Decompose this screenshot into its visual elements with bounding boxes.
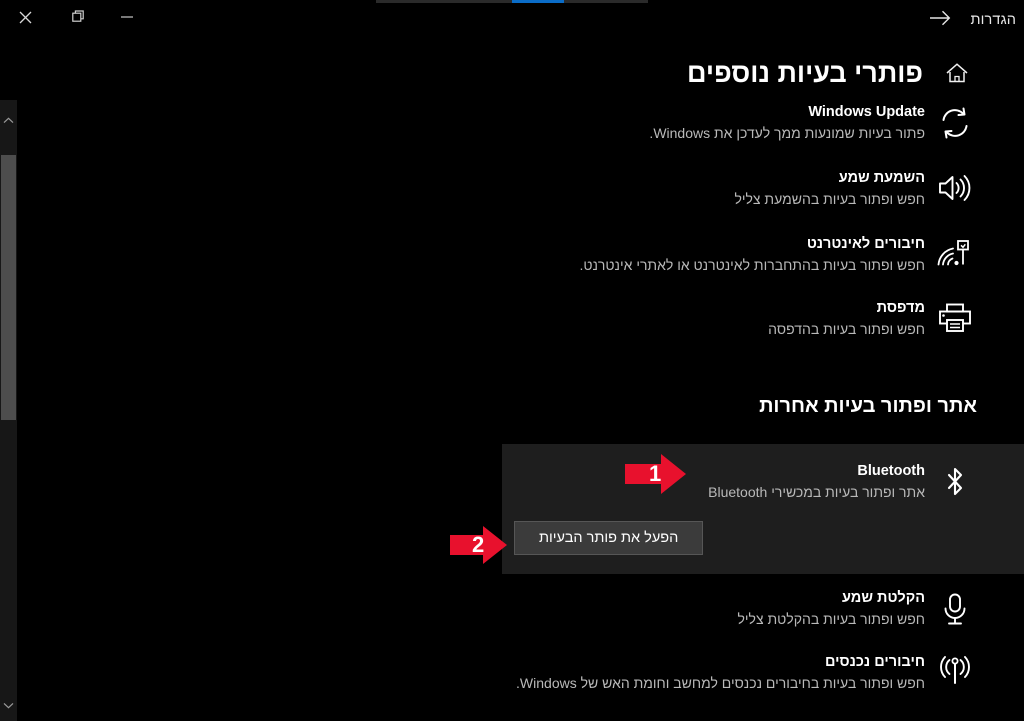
troubleshooter-description: חפש ופתור בעיות בהתחברות לאינטרנט או לאת… <box>579 257 925 273</box>
troubleshooter-title: Windows Update <box>808 104 925 120</box>
troubleshooter-text: חיבורים נכנסים חפש ופתור בעיות בחיבורים … <box>17 652 925 694</box>
network-signal-icon <box>933 234 977 272</box>
troubleshooter-row-audio-playback[interactable]: השמעת שמע חפש ופתור בעיות בהשמעת צליל <box>17 168 1024 210</box>
troubleshooter-title: מדפסת <box>876 300 925 316</box>
troubleshooter-title: חיבורים לאינטרנט <box>806 236 925 252</box>
annotation-number-1: 1 <box>649 461 662 486</box>
troubleshooter-title: Bluetooth <box>857 463 925 479</box>
card-actions: הפעל את פותר הבעיות <box>502 521 1024 555</box>
printer-icon <box>933 298 977 334</box>
troubleshooter-text: חיבורים לאינטרנט חפש ופתור בעיות בהתחברו… <box>17 234 925 276</box>
troubleshooter-text: מדפסת חפש ופתור בעיות בהדפסה <box>17 298 925 340</box>
incoming-connections-icon <box>933 652 977 688</box>
troubleshooter-text: Windows Update פתור בעיות שמונעות ממך לע… <box>17 102 925 144</box>
annotation-arrow-2: 2 <box>450 524 508 566</box>
run-troubleshooter-button[interactable]: הפעל את פותר הבעיות <box>514 521 704 555</box>
section-title-other-problems: אתר ופתור בעיות אחרות <box>759 395 977 417</box>
troubleshooter-description: חפש ופתור בעיות בהשמעת צליל <box>734 191 925 207</box>
chevron-up-icon <box>3 111 14 129</box>
troubleshooter-description: חפש ופתור בעיות בהדפסה <box>768 321 925 337</box>
speaker-volume-icon <box>933 168 977 204</box>
troubleshooter-row-audio-recording[interactable]: הקלטת שמע חפש ופתור בעיות בהקלטת צליל <box>17 588 1024 630</box>
page-header: פותרי בעיות נוספים <box>17 56 1024 90</box>
vertical-scrollbar[interactable] <box>0 100 17 721</box>
sync-refresh-icon <box>933 102 977 140</box>
microphone-icon <box>933 588 977 626</box>
home-icon <box>937 61 977 85</box>
troubleshooter-text: הקלטת שמע חפש ופתור בעיות בהקלטת צליל <box>17 588 925 630</box>
troubleshooter-description: פתור בעיות שמונעות ממך לעדכן את Windows. <box>649 125 925 141</box>
settings-content: פותרי בעיות נוספים Windows Update פתור ב… <box>17 0 1024 721</box>
troubleshooter-description: חפש ופתור בעיות בחיבורים נכנסים למחשב וח… <box>516 675 925 691</box>
troubleshooter-description: אתר ופתור בעיות במכשירי Bluetooth <box>708 484 925 500</box>
troubleshooter-row-windows-update[interactable]: Windows Update פתור בעיות שמונעות ממך לע… <box>17 102 1024 144</box>
bluetooth-troubleshooter-row[interactable]: Bluetooth אתר ופתור בעיות במכשירי Blueto… <box>502 444 1024 503</box>
troubleshooter-title: הקלטת שמע <box>841 590 925 606</box>
troubleshooter-title: חיבורים נכנסים <box>825 654 925 670</box>
troubleshooter-row-printer[interactable]: מדפסת חפש ופתור בעיות בהדפסה <box>17 298 1024 340</box>
chevron-down-icon <box>3 696 14 714</box>
annotation-number-2: 2 <box>472 532 485 557</box>
bluetooth-icon <box>933 461 977 499</box>
troubleshooter-row-incoming-connections[interactable]: חיבורים נכנסים חפש ופתור בעיות בחיבורים … <box>17 652 1024 694</box>
troubleshooter-row-internet-connections[interactable]: חיבורים לאינטרנט חפש ופתור בעיות בהתחברו… <box>17 234 1024 276</box>
bluetooth-troubleshooter-card[interactable]: Bluetooth אתר ופתור בעיות במכשירי Blueto… <box>502 444 1024 574</box>
troubleshooter-text: Bluetooth אתר ופתור בעיות במכשירי Blueto… <box>502 461 925 503</box>
scroll-down-button[interactable] <box>0 695 17 715</box>
troubleshooter-title: השמעת שמע <box>838 170 925 186</box>
page-title: פותרי בעיות נוספים <box>687 58 923 88</box>
scrollbar-thumb[interactable] <box>1 155 16 420</box>
troubleshooter-description: חפש ופתור בעיות בהקלטת צליל <box>737 611 925 627</box>
scroll-up-button[interactable] <box>0 110 17 130</box>
troubleshooter-text: השמעת שמע חפש ופתור בעיות בהשמעת צליל <box>17 168 925 210</box>
annotation-arrow-1: 1 <box>625 452 687 496</box>
